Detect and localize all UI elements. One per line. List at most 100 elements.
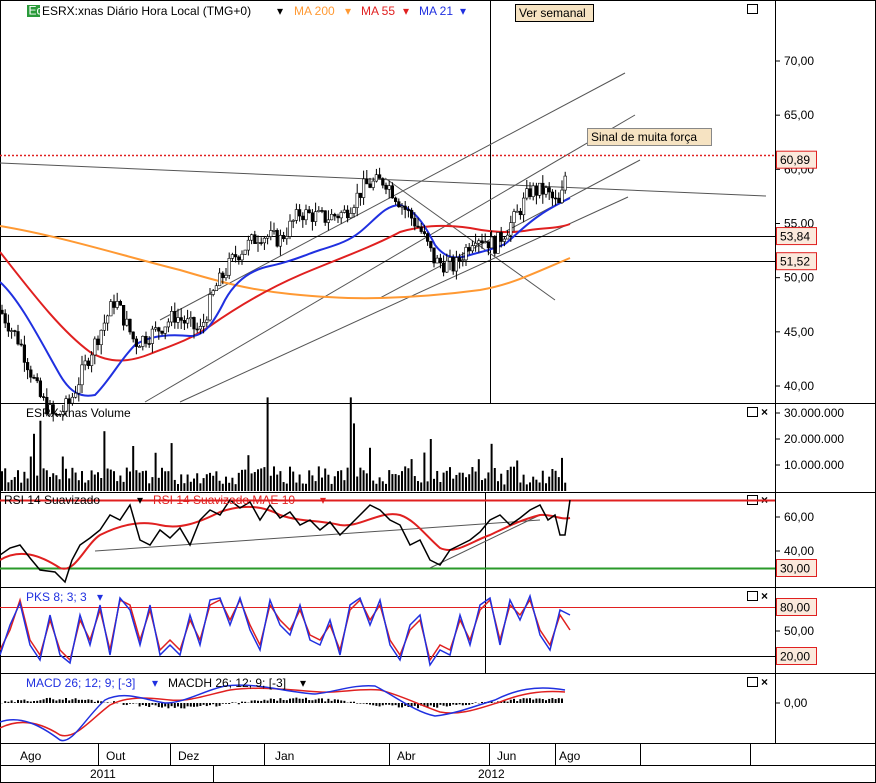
volume-tick-label: 20.000.000: [784, 432, 844, 446]
close-macd-icon[interactable]: ×: [761, 675, 768, 689]
price-tick-label: 70,00: [784, 54, 814, 68]
candle: [150, 325, 155, 353]
candle: [32, 374, 36, 380]
legend-ma-200[interactable]: MA 200: [294, 4, 335, 18]
candle: [390, 182, 395, 199]
candle: [102, 314, 106, 336]
close-pks-icon[interactable]: ×: [761, 589, 768, 603]
candle: [166, 318, 171, 333]
candle: [365, 169, 369, 185]
candle: [227, 252, 231, 280]
pks-legend: PKS 8; 3; 3 ▾: [26, 590, 103, 604]
maximize-pks-icon[interactable]: [747, 591, 758, 601]
price-panel-title[interactable]: ESRX:xnas Diário Hora Local (TMG+0): [42, 4, 251, 18]
ma-200-dropdown-icon[interactable]: ▾: [345, 4, 351, 18]
strength-signal-text: Sinal de muita força: [591, 130, 697, 144]
candle: [10, 327, 14, 339]
price-level-label: 51,52: [776, 252, 817, 271]
legend-rsi-ma[interactable]: RSI 14 Suavizado MAE 10: [153, 493, 295, 507]
candle: [409, 207, 414, 226]
candle: [557, 192, 561, 204]
volume-panel-title[interactable]: ESRX:xnas Volume: [26, 406, 131, 420]
rsi-y-axis: 60,00 40,00 30,00: [775, 510, 817, 577]
pks-tick-label: 50,00: [784, 624, 814, 638]
candle: [16, 324, 20, 346]
ma-21-dropdown-icon[interactable]: ▾: [460, 4, 466, 18]
candle: [281, 231, 286, 242]
candle: [41, 393, 46, 401]
candle: [384, 182, 388, 195]
candle: [323, 210, 327, 226]
candle: [553, 189, 558, 206]
maximize-macd-icon[interactable]: [747, 677, 758, 687]
ma-55-dropdown-icon[interactable]: ▾: [403, 4, 409, 18]
macdh-dropdown-icon[interactable]: ▾: [300, 676, 306, 690]
title-dropdown-icon[interactable]: ▾: [277, 4, 283, 18]
weekly-view-button[interactable]: Ver semanal: [515, 4, 594, 22]
rsi-ma-dropdown-icon[interactable]: ▾: [320, 493, 326, 507]
rsi-legend: RSI 14 Suavizado ▾ RSI 14 Suavizado MAE …: [4, 493, 326, 507]
candle: [160, 330, 164, 336]
weekly-view-label: Ver semanal: [519, 6, 586, 20]
price-tick-label: 50,00: [784, 271, 814, 285]
legend-ma-55[interactable]: MA 55: [361, 4, 395, 18]
candle: [361, 170, 366, 205]
candle: [122, 305, 126, 331]
volume-tick-label: 30.000.000: [784, 406, 844, 420]
rsi-line: [0, 498, 571, 584]
candle: [272, 222, 276, 235]
candle: [253, 230, 257, 244]
legend-rsi[interactable]: RSI 14 Suavizado: [4, 493, 100, 507]
candle: [301, 212, 305, 228]
svg-text:60,89: 60,89: [780, 153, 810, 167]
legend-macd[interactable]: MACD 26; 12; 9; [-3]: [26, 676, 135, 690]
month-label: Abr: [397, 749, 416, 763]
pks-dropdown-icon[interactable]: ▾: [97, 590, 103, 604]
legend-ma-21[interactable]: MA 21: [419, 4, 453, 18]
month-label: Jan: [275, 749, 294, 763]
channel-middle-line: [144, 114, 636, 403]
candle: [265, 234, 270, 245]
candle: [541, 175, 545, 204]
candle: [547, 182, 551, 200]
candle: [134, 336, 139, 355]
price-panel: [0, 72, 775, 422]
svg-text:20,00: 20,00: [780, 650, 810, 664]
close-volume-icon[interactable]: ×: [761, 405, 768, 419]
macd-dropdown-icon[interactable]: ▾: [152, 676, 158, 690]
rsi-dropdown-icon[interactable]: ▾: [137, 493, 143, 507]
candle: [179, 308, 183, 329]
price-tick-label: 45,00: [784, 325, 814, 339]
volume-tick-label: 10.000.000: [784, 458, 844, 472]
maximize-price-icon[interactable]: [747, 4, 758, 14]
candle: [77, 377, 81, 402]
candle: [326, 210, 331, 231]
candle: [560, 180, 564, 204]
maximize-volume-icon[interactable]: [747, 407, 758, 417]
macd-y-axis: 0,00: [775, 696, 808, 710]
candle: [493, 235, 497, 257]
equity-badge-text: Eq: [29, 4, 44, 18]
candle: [448, 249, 452, 271]
strength-signal-annotation: Sinal de muita força: [587, 128, 712, 146]
candle: [237, 255, 241, 265]
candle: [467, 243, 471, 255]
candle: [537, 182, 542, 199]
rsi-tick-label: 60,00: [784, 510, 814, 524]
candle: [336, 213, 340, 223]
svg-text:51,52: 51,52: [780, 255, 810, 269]
candle: [83, 354, 87, 371]
candle: [563, 171, 567, 194]
candle: [29, 365, 33, 383]
price-candles: [0, 167, 567, 422]
candle: [304, 204, 308, 225]
pks-level-label: 20,00: [776, 647, 817, 665]
legend-macdh[interactable]: MACDH 26; 12; 9; [-3]: [168, 676, 286, 690]
candle: [144, 331, 148, 348]
candle: [19, 339, 23, 347]
legend-pks[interactable]: PKS 8; 3; 3: [26, 590, 87, 604]
candle: [269, 221, 273, 241]
outer-frame: [0, 0, 876, 783]
candle: [154, 321, 158, 332]
candle: [234, 245, 238, 263]
